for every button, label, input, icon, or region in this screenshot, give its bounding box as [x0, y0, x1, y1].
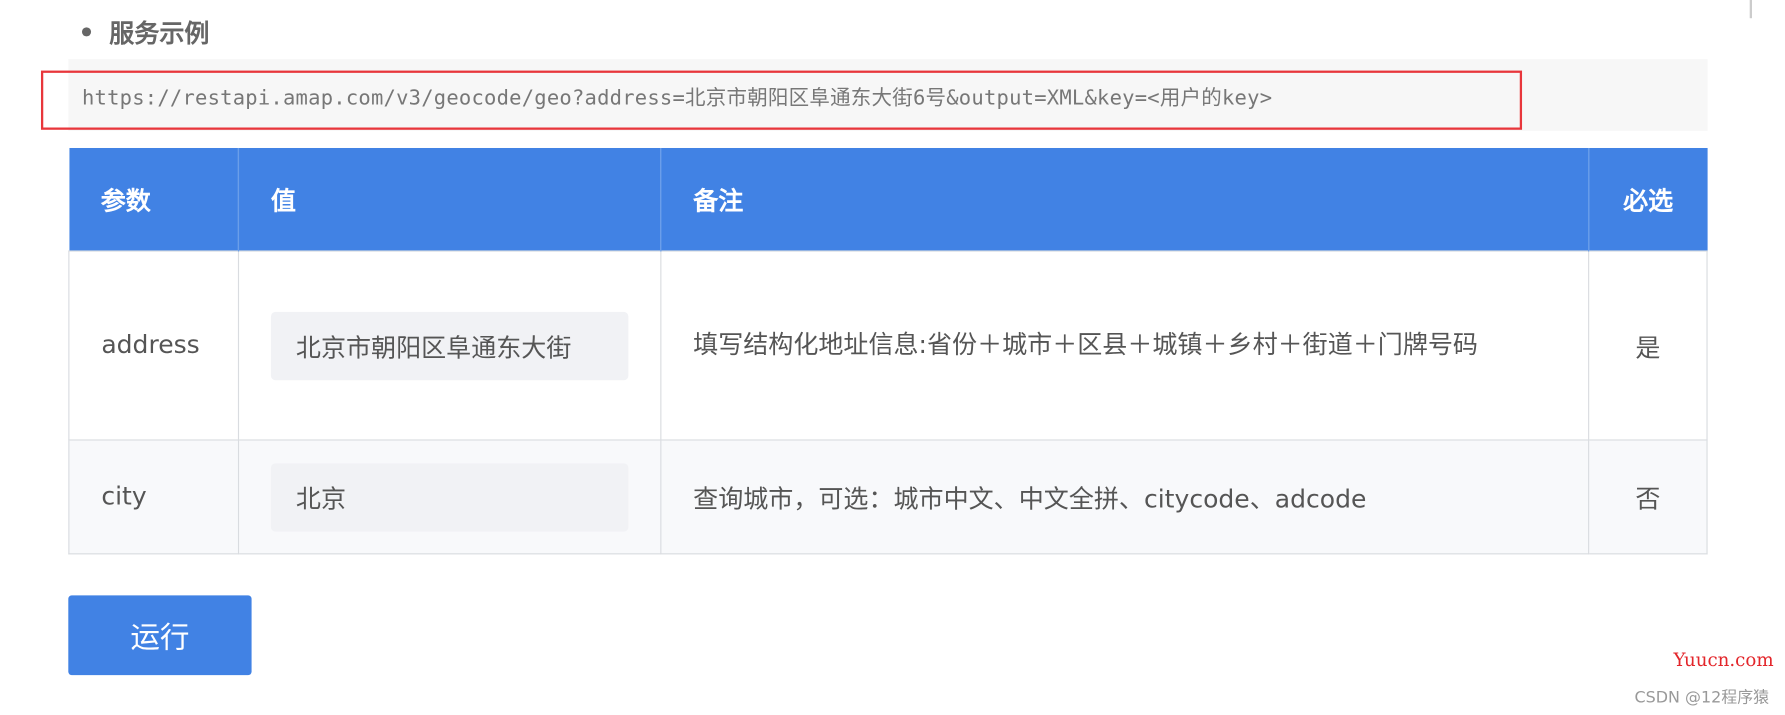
param-note: 填写结构化地址信息:省份＋城市＋区县＋城镇＋乡村＋街道＋门牌号码: [660, 250, 1590, 441]
value-cell: 北京: [237, 439, 662, 555]
header-required: 必选: [1588, 147, 1708, 252]
bullet-icon: [81, 27, 92, 37]
params-table: 参数 值 备注 必选 address 北京市朝阳区阜通东大街 填写结构化地址信息…: [68, 147, 1708, 555]
table-row: city 北京 查询城市，可选：城市中文、中文全拼、citycode、adcod…: [68, 439, 1708, 555]
address-input[interactable]: 北京市朝阳区阜通东大街: [270, 311, 629, 380]
scrollbar[interactable]: [1749, 0, 1752, 19]
header-note: 备注: [660, 147, 1590, 252]
header-value: 值: [238, 147, 662, 252]
run-button[interactable]: 运行: [68, 595, 252, 676]
param-name: address: [68, 250, 239, 441]
param-required: 是: [1588, 250, 1708, 441]
city-input[interactable]: 北京: [270, 462, 629, 532]
header-param: 参数: [68, 147, 239, 252]
highlight-box: [40, 70, 1523, 130]
section-heading: 服务示例: [81, 14, 210, 50]
param-name: city: [68, 439, 239, 555]
value-cell: 北京市朝阳区阜通东大街: [237, 250, 662, 441]
watermark-site: Yuucn.com: [1673, 648, 1774, 671]
table-row: address 北京市朝阳区阜通东大街 填写结构化地址信息:省份＋城市＋区县＋城…: [68, 250, 1708, 441]
section-heading-text: 服务示例: [109, 20, 210, 49]
watermark-csdn: CSDN @12程序猿: [1634, 688, 1770, 707]
table-header: 参数 值 备注 必选: [68, 147, 1708, 252]
page: 服务示例 https://restapi.amap.com/v3/geocode…: [0, 0, 1785, 715]
param-note: 查询城市，可选：城市中文、中文全拼、citycode、adcode: [660, 439, 1590, 555]
param-required: 否: [1588, 439, 1708, 555]
